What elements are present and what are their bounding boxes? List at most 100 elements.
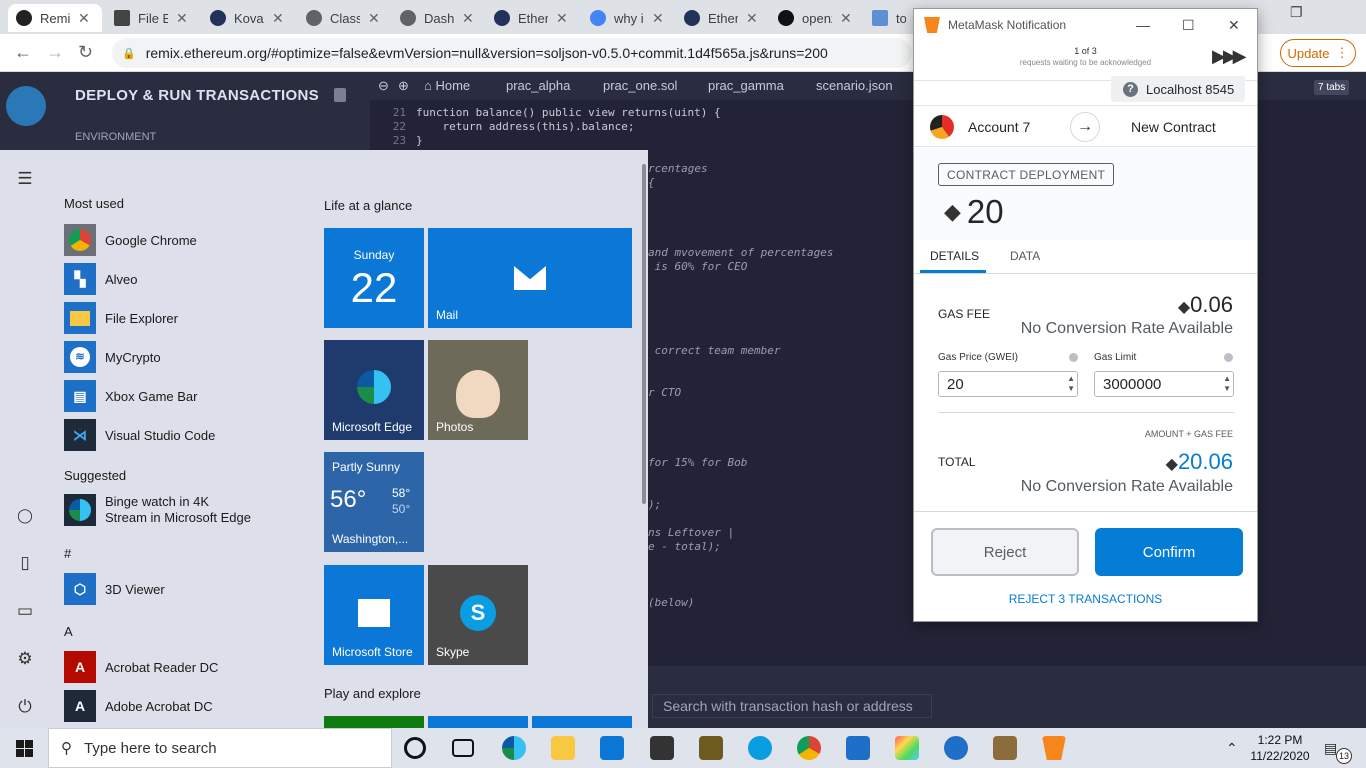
info-icon[interactable] xyxy=(1069,353,1078,362)
chevron-up-icon[interactable]: ⌃ xyxy=(1226,740,1238,757)
reject-button[interactable]: Reject xyxy=(931,528,1079,576)
confirm-button[interactable]: Confirm xyxy=(1095,528,1243,576)
skype-tile[interactable]: S Skype xyxy=(428,565,528,665)
mycrypto-taskbar-icon[interactable] xyxy=(944,736,968,760)
chrome-taskbar-icon[interactable] xyxy=(797,736,821,760)
user-icon[interactable]: ◯ xyxy=(16,506,34,524)
close-icon[interactable]: ✕ xyxy=(78,10,90,27)
forward-icon[interactable]: → xyxy=(46,42,64,63)
pictures-icon[interactable]: ▭ xyxy=(16,602,34,620)
close-icon[interactable]: ✕ xyxy=(176,10,188,27)
app-xbox-game-bar[interactable]: ▤ Xbox Game Bar xyxy=(64,379,198,413)
gas-price-input[interactable]: 20 ▲ ▼ xyxy=(938,371,1078,397)
help-icon: ? xyxy=(1123,81,1138,97)
editor-tab-prac-one[interactable]: prac_one.sol xyxy=(603,78,677,93)
editor-tab-scenario[interactable]: scenario.json xyxy=(816,78,893,93)
tab-google-search[interactable]: why is ✕ xyxy=(582,4,676,32)
edge-tile[interactable]: Microsoft Edge xyxy=(324,340,424,440)
tab-ethereum[interactable]: Ethereum ✕ xyxy=(486,4,580,32)
close-icon[interactable]: ✕ xyxy=(272,10,284,27)
app-3d-viewer[interactable]: ⬡ 3D Viewer xyxy=(64,572,165,606)
power-icon[interactable]: ⏻ xyxy=(16,698,34,716)
windows-start-icon[interactable] xyxy=(16,740,33,757)
calendar-tile[interactable]: Sunday 22 xyxy=(324,228,424,328)
close-icon[interactable]: ✕ xyxy=(1228,17,1240,34)
next-request-icon[interactable]: ▶ ▶▶ xyxy=(1212,46,1246,67)
close-icon[interactable]: ✕ xyxy=(840,10,852,27)
back-icon[interactable]: ← xyxy=(14,42,32,63)
editor-tab-prac-gamma[interactable]: prac_gamma xyxy=(708,78,784,93)
info-icon[interactable] xyxy=(1224,353,1233,362)
photos-tile[interactable]: Photos xyxy=(428,340,528,440)
store-tile[interactable]: Microsoft Store xyxy=(324,565,424,665)
system-clock[interactable]: 1:22 PM 11/22/2020 xyxy=(1250,732,1310,764)
game-tile-2[interactable] xyxy=(532,716,632,728)
edge-taskbar-icon[interactable] xyxy=(502,736,526,760)
tab-file-explorer[interactable]: File Explorer ✕ xyxy=(106,4,200,32)
app-google-chrome[interactable]: Google Chrome xyxy=(64,223,197,257)
metamask-taskbar-icon[interactable] xyxy=(1042,736,1066,760)
store-taskbar-icon[interactable] xyxy=(650,736,674,760)
media-taskbar-icon[interactable] xyxy=(699,736,723,760)
cortana-icon[interactable] xyxy=(404,737,426,759)
game-tile[interactable] xyxy=(428,716,528,728)
suggested-edge[interactable]: Binge watch in 4K Stream in Microsoft Ed… xyxy=(64,494,251,530)
app-mycrypto[interactable]: ≋ MyCrypto xyxy=(64,340,161,374)
tab-kovan[interactable]: Kovan ✕ xyxy=(202,4,296,32)
tab-tok[interactable]: tok xyxy=(864,4,914,32)
zoom-in-icon[interactable]: ⊕ xyxy=(398,78,409,94)
maximize-icon[interactable]: ☐ xyxy=(1182,17,1195,34)
tab-details[interactable]: DETAILS xyxy=(930,249,979,263)
app-adobe-acrobat[interactable]: A Adobe Acrobat DC xyxy=(64,689,213,723)
file-explorer-taskbar-icon[interactable] xyxy=(551,736,575,760)
close-icon[interactable]: ✕ xyxy=(556,10,568,27)
close-icon[interactable]: ✕ xyxy=(652,10,664,27)
gas-limit-input[interactable]: 3000000 ▲ ▼ xyxy=(1094,371,1234,397)
letter-a[interactable]: A xyxy=(64,624,73,639)
app-acrobat-reader[interactable]: A Acrobat Reader DC xyxy=(64,650,218,684)
task-view-icon[interactable] xyxy=(452,739,474,757)
tab-remix[interactable]: Remix ✕ xyxy=(8,4,102,32)
address-bar[interactable]: 🔒 remix.ethereum.org/#optimize=false&evm… xyxy=(112,38,912,68)
stepper-icon[interactable]: ▲ ▼ xyxy=(1067,374,1075,394)
update-button[interactable]: Update ⋮ xyxy=(1280,39,1356,67)
reload-icon[interactable]: ↻ xyxy=(78,42,93,63)
vscode-taskbar-icon[interactable] xyxy=(846,736,870,760)
close-icon[interactable]: ✕ xyxy=(746,10,758,27)
tab-openzeppelin[interactable]: openzeppelin ✕ xyxy=(770,4,864,32)
taskbar-search-input[interactable]: ⚲ Type here to search xyxy=(48,728,392,768)
settings-icon[interactable]: ⚙ xyxy=(16,650,34,668)
app-visual-studio-code[interactable]: ⋊ Visual Studio Code xyxy=(64,418,215,452)
xbox-tile[interactable] xyxy=(324,716,424,728)
tab-data[interactable]: DATA xyxy=(1010,249,1040,263)
restore-window-icon[interactable]: ❐ xyxy=(1290,4,1303,21)
minimize-icon[interactable]: — xyxy=(1136,17,1150,33)
app-taskbar-icon[interactable] xyxy=(895,736,919,760)
reject-all-link[interactable]: REJECT 3 TRANSACTIONS xyxy=(914,592,1257,606)
app-file-explorer[interactable]: File Explorer xyxy=(64,301,178,335)
weather-tile[interactable]: Partly Sunny 56° 58° 50° Washington,... xyxy=(324,452,424,552)
editor-tab-prac-alpha[interactable]: prac_alpha xyxy=(506,78,570,93)
hamburger-icon[interactable]: ☰ xyxy=(16,170,34,188)
letter-hash[interactable]: # xyxy=(64,546,71,561)
tabs-count-badge[interactable]: 7 tabs xyxy=(1314,80,1350,95)
start-menu-scrollbar[interactable] xyxy=(642,164,646,504)
stepper-icon[interactable]: ▲ ▼ xyxy=(1223,374,1231,394)
editor-tab-home[interactable]: ⌂ Home xyxy=(424,78,470,93)
transaction-search-input[interactable]: Search with transaction hash or address xyxy=(652,694,932,718)
tab-dashboard[interactable]: Dashboard ✕ xyxy=(392,4,486,32)
document-icon[interactable]: ▯ xyxy=(16,554,34,572)
docs-icon[interactable] xyxy=(334,88,346,102)
app-alveo[interactable]: ▚ Alveo xyxy=(64,262,138,296)
mail-taskbar-icon[interactable] xyxy=(600,736,624,760)
code-fragment: for 15% for Bob xyxy=(648,456,748,469)
mail-tile[interactable]: Mail xyxy=(428,228,632,328)
network-selector[interactable]: ? Localhost 8545 xyxy=(1111,76,1245,102)
close-icon[interactable]: ✕ xyxy=(368,10,380,27)
skype-taskbar-icon[interactable] xyxy=(748,736,772,760)
tab-ethereum-2[interactable]: Ethereum ✕ xyxy=(676,4,770,32)
package-taskbar-icon[interactable] xyxy=(993,736,1017,760)
zoom-out-icon[interactable]: ⊖ xyxy=(378,78,389,94)
tab-class[interactable]: Class ✕ xyxy=(298,4,392,32)
close-icon[interactable]: ✕ xyxy=(462,10,474,27)
